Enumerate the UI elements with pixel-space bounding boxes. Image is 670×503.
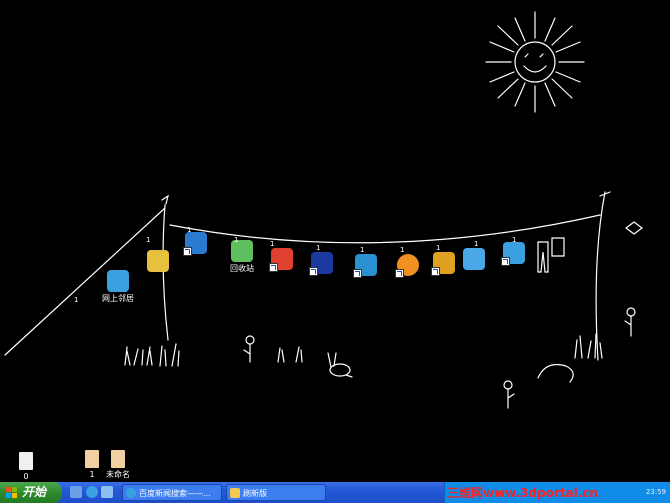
shortcut-arrow-icon bbox=[501, 257, 510, 266]
desktop-file-label: 0 bbox=[23, 472, 29, 481]
flower-drawing bbox=[243, 307, 636, 409]
desktop[interactable]: 网上邻居 回收站 1 1 1 1 1 1 1 1 1 1 1 0 1 未命名 bbox=[0, 0, 670, 482]
media-player-icon[interactable] bbox=[101, 486, 113, 498]
clothesline-drawing bbox=[4, 191, 611, 361]
clothespin-tag: 1 bbox=[270, 240, 275, 248]
desktop-icon-outlook-express[interactable] bbox=[138, 250, 178, 272]
shortcut-arrow-icon bbox=[431, 267, 440, 276]
desktop-icon-security-app[interactable] bbox=[262, 248, 302, 272]
taskbar-clock[interactable]: 23:59 bbox=[646, 488, 666, 496]
start-label: 开始 bbox=[22, 485, 47, 499]
task-label: 百度新闻搜索——... bbox=[139, 489, 211, 498]
desktop-wallpaper-art bbox=[4, 11, 643, 409]
shield-icon bbox=[269, 248, 293, 272]
desktop-icon-label: 回收站 bbox=[230, 264, 254, 273]
windows-flag-icon bbox=[6, 487, 17, 498]
qq-penguin-icon bbox=[431, 252, 455, 276]
clothespin-tag: 1 bbox=[360, 246, 365, 254]
clothespin-tag: 1 bbox=[316, 244, 321, 252]
desktop-icon-recycle-bin[interactable]: 回收站 bbox=[222, 240, 262, 274]
folder-icon bbox=[230, 488, 240, 498]
document-icon bbox=[85, 450, 99, 468]
watermark-text: 三维网www.3dportal.cn bbox=[447, 486, 598, 500]
start-button[interactable]: 开始 bbox=[0, 482, 62, 503]
taskbar-button-baidu-news[interactable]: 百度新闻搜索——... bbox=[122, 484, 222, 501]
clothespin-tag: 1 bbox=[400, 246, 405, 254]
desktop-file-label: 未命名 bbox=[106, 470, 130, 479]
blackberry-icon bbox=[309, 252, 333, 276]
desktop-file-icon[interactable]: 未命名 bbox=[98, 450, 138, 480]
clothespin-tag: 1 bbox=[146, 236, 151, 244]
desktop-icon-feather-app[interactable] bbox=[494, 242, 534, 266]
ie-icon bbox=[126, 488, 136, 498]
desktop-icon-blackberry-app[interactable] bbox=[302, 252, 342, 276]
desktop-icon-label: 网上邻居 bbox=[102, 294, 134, 303]
grass-drawing bbox=[124, 333, 603, 367]
butterfly-drawing bbox=[625, 221, 643, 235]
desktop-icon-sc-app[interactable] bbox=[176, 232, 216, 256]
feather-icon bbox=[501, 242, 525, 266]
clothespin-tag: 1 bbox=[234, 236, 239, 244]
computer-icon bbox=[463, 248, 485, 270]
clothes-drawing bbox=[537, 237, 565, 273]
clothespin-tag: 1 bbox=[436, 244, 441, 252]
clothespin-tag: 1 bbox=[187, 226, 192, 234]
desktop-icon-my-computer[interactable] bbox=[454, 248, 494, 270]
desktop-icon-smiley-app[interactable] bbox=[388, 254, 428, 278]
ie-icon[interactable] bbox=[86, 486, 98, 498]
mail-envelope-icon bbox=[147, 250, 169, 272]
snail-drawing bbox=[537, 363, 574, 383]
desktop-icon-disc-app[interactable] bbox=[346, 254, 386, 278]
document-icon bbox=[111, 450, 125, 468]
clothespin-tag: 1 bbox=[512, 236, 517, 244]
desktop-icon-network-neighborhood[interactable]: 网上邻居 bbox=[98, 270, 138, 304]
task-label: 刷新版 bbox=[243, 489, 267, 498]
sun-drawing bbox=[485, 11, 585, 113]
desktop-file-icon[interactable]: 0 bbox=[6, 452, 46, 482]
smiley-icon bbox=[395, 254, 419, 278]
show-desktop-icon[interactable] bbox=[70, 486, 82, 498]
shortcut-arrow-icon bbox=[309, 267, 318, 276]
disc-icon bbox=[353, 254, 377, 278]
network-computer-icon bbox=[107, 270, 129, 292]
sc-app-icon bbox=[183, 232, 207, 256]
shortcut-arrow-icon bbox=[183, 247, 192, 256]
shortcut-arrow-icon bbox=[395, 269, 404, 278]
clothespin-tag: 1 bbox=[74, 296, 79, 304]
shortcut-arrow-icon bbox=[353, 269, 362, 278]
clothespin-tag: 1 bbox=[474, 240, 479, 248]
taskbar-button-folder[interactable]: 刷新版 bbox=[226, 484, 326, 501]
shortcut-arrow-icon bbox=[269, 263, 278, 272]
rabbit-drawing bbox=[327, 352, 353, 378]
document-icon bbox=[19, 452, 33, 470]
